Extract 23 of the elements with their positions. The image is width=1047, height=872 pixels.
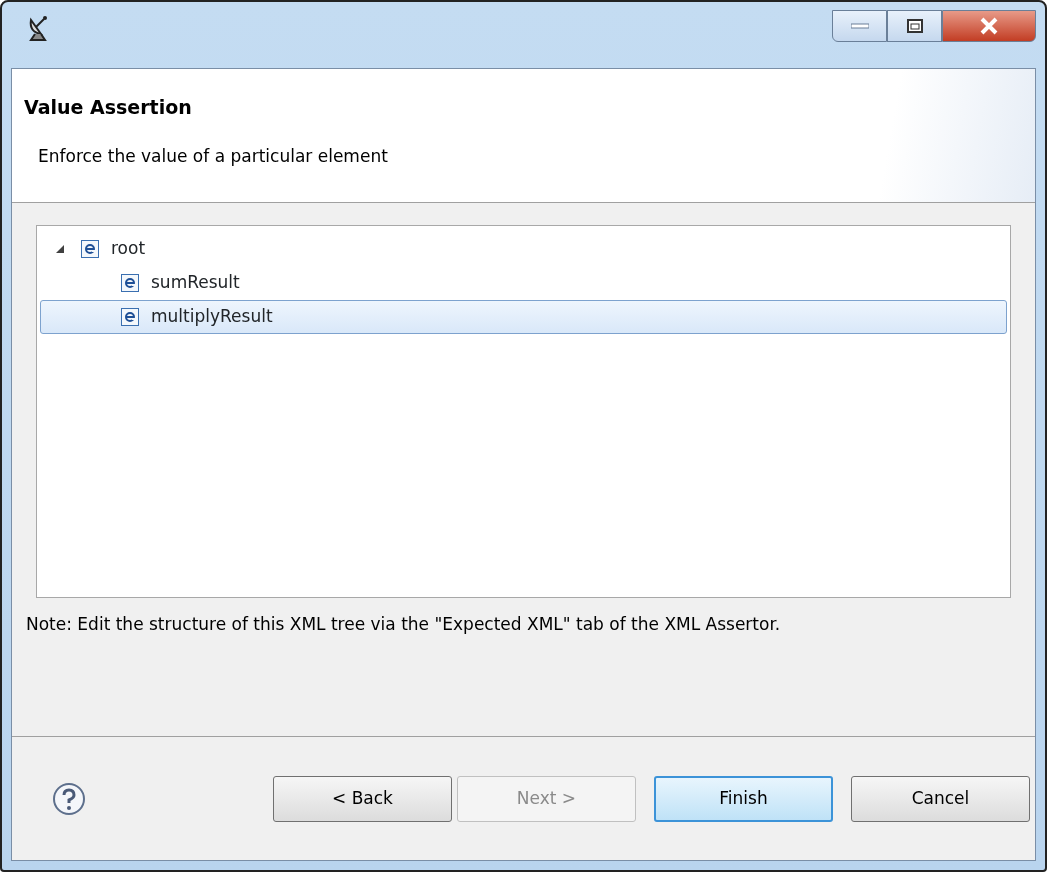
- tree-row[interactable]: sumResult: [40, 266, 1007, 300]
- tree-label: sumResult: [151, 271, 240, 295]
- close-icon: [979, 17, 999, 35]
- maximize-button[interactable]: [887, 10, 942, 42]
- element-icon: [81, 240, 99, 258]
- minimize-icon: [850, 23, 869, 29]
- dialog-button[interactable]: Cancel: [851, 775, 1030, 822]
- tree-label: multiplyResult: [151, 305, 273, 329]
- minimize-button[interactable]: [832, 10, 887, 42]
- element-icon: [121, 308, 139, 326]
- note-text: Note: Edit the structure of this XML tree via the "Expected XML" tab of the XML Assertor.: [26, 613, 782, 636]
- close-button[interactable]: [942, 10, 1036, 42]
- help-icon[interactable]: [52, 781, 86, 816]
- dialog-button[interactable]: < Back: [273, 775, 452, 822]
- collapse-icon[interactable]: [55, 244, 65, 255]
- tree-label: root: [111, 237, 146, 261]
- dialog-button[interactable]: Finish: [654, 775, 833, 822]
- tree-row[interactable]: multiplyResult: [40, 300, 1007, 334]
- maximize-icon: [906, 19, 923, 33]
- dialog-title: Value Assertion: [24, 95, 193, 120]
- element-icon: [121, 274, 139, 292]
- tree-row[interactable]: root: [40, 232, 1007, 266]
- dialog-description: Enforce the value of a particular element: [38, 144, 389, 168]
